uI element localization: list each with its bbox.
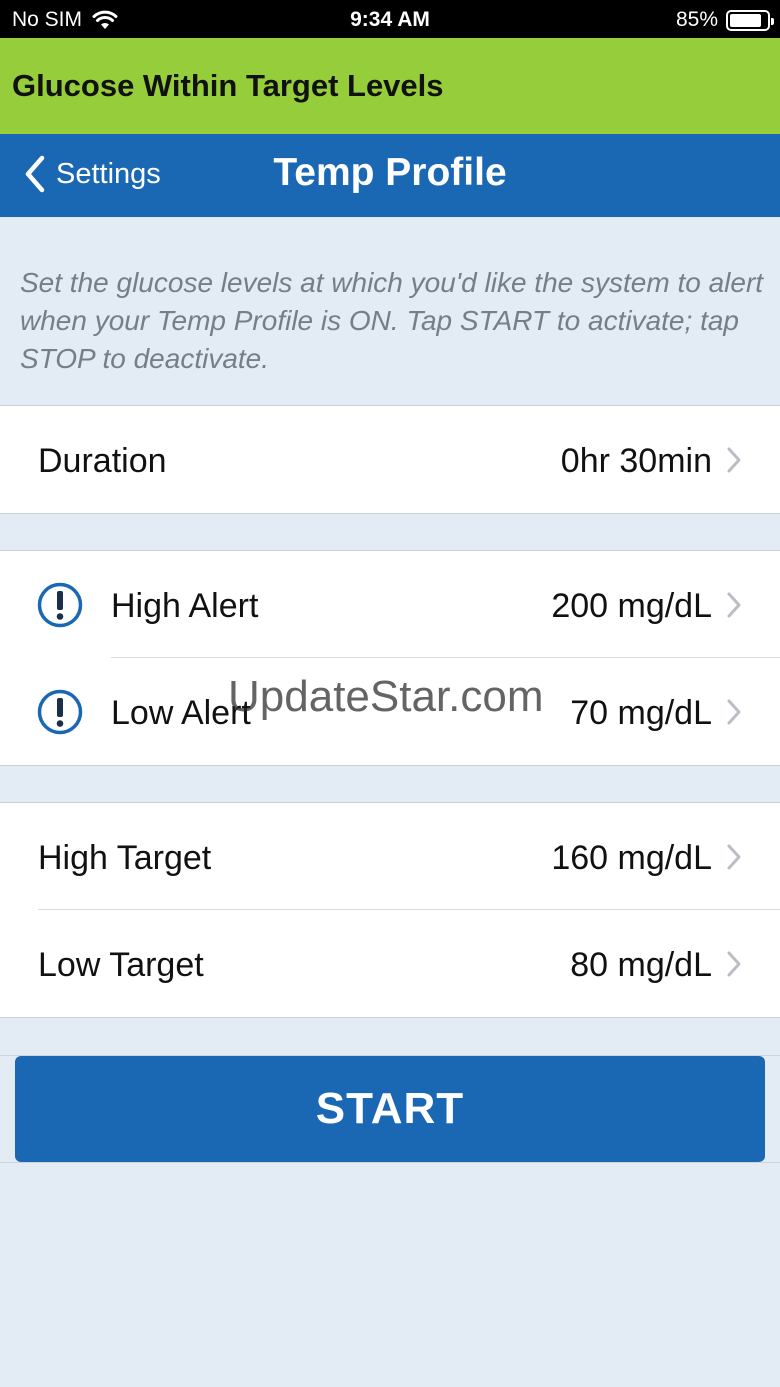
high-alert-row[interactable]: High Alert 200 mg/dL — [0, 551, 780, 658]
low-alert-value: 70 mg/dL — [570, 694, 712, 732]
chevron-right-icon — [727, 844, 741, 870]
status-bar: No SIM 9:34 AM 85% — [0, 0, 780, 38]
status-bar-right: 85% — [675, 8, 774, 32]
description-text: Set the glucose levels at which you'd li… — [20, 267, 764, 374]
alerts-group: High Alert 200 mg/dL Low Alert 70 mg/dL — [0, 550, 780, 766]
page-title: Temp Profile — [273, 151, 507, 194]
chevron-right-icon — [727, 592, 741, 618]
targets-group: High Target 160 mg/dL Low Target 80 mg/d… — [0, 802, 780, 1018]
high-target-label: High Target — [38, 839, 212, 877]
high-alert-value: 200 mg/dL — [551, 587, 712, 625]
status-time: 9:34 AM — [350, 8, 430, 31]
low-alert-row[interactable]: Low Alert 70 mg/dL — [0, 658, 780, 765]
low-target-value: 80 mg/dL — [570, 946, 712, 984]
start-button[interactable]: START — [15, 1056, 765, 1162]
low-target-label: Low Target — [38, 946, 204, 984]
high-alert-label: High Alert — [111, 587, 259, 625]
duration-label: Duration — [38, 442, 167, 480]
duration-row[interactable]: Duration 0hr 30min — [0, 406, 780, 513]
glucose-status-banner: Glucose Within Target Levels — [0, 38, 780, 134]
glucose-status-text: Glucose Within Target Levels — [12, 68, 444, 103]
divider — [0, 1162, 780, 1163]
duration-group: Duration 0hr 30min — [0, 405, 780, 514]
navigation-bar: Settings Temp Profile — [0, 134, 780, 217]
high-target-row[interactable]: High Target 160 mg/dL — [0, 803, 780, 910]
duration-value: 0hr 30min — [560, 442, 712, 480]
chevron-right-icon — [727, 447, 741, 473]
exclamation-circle-icon — [37, 582, 83, 628]
chevron-right-icon — [727, 699, 741, 725]
battery-nub — [771, 17, 774, 25]
chevron-right-icon — [727, 951, 741, 977]
high-target-value: 160 mg/dL — [551, 839, 712, 877]
battery-fill — [730, 13, 761, 27]
exclamation-circle-icon — [37, 689, 83, 735]
battery-percent: 85% — [675, 8, 718, 31]
battery-icon — [726, 9, 774, 31]
low-target-row[interactable]: Low Target 80 mg/dL — [0, 910, 780, 1017]
low-alert-label: Low Alert — [111, 694, 251, 732]
